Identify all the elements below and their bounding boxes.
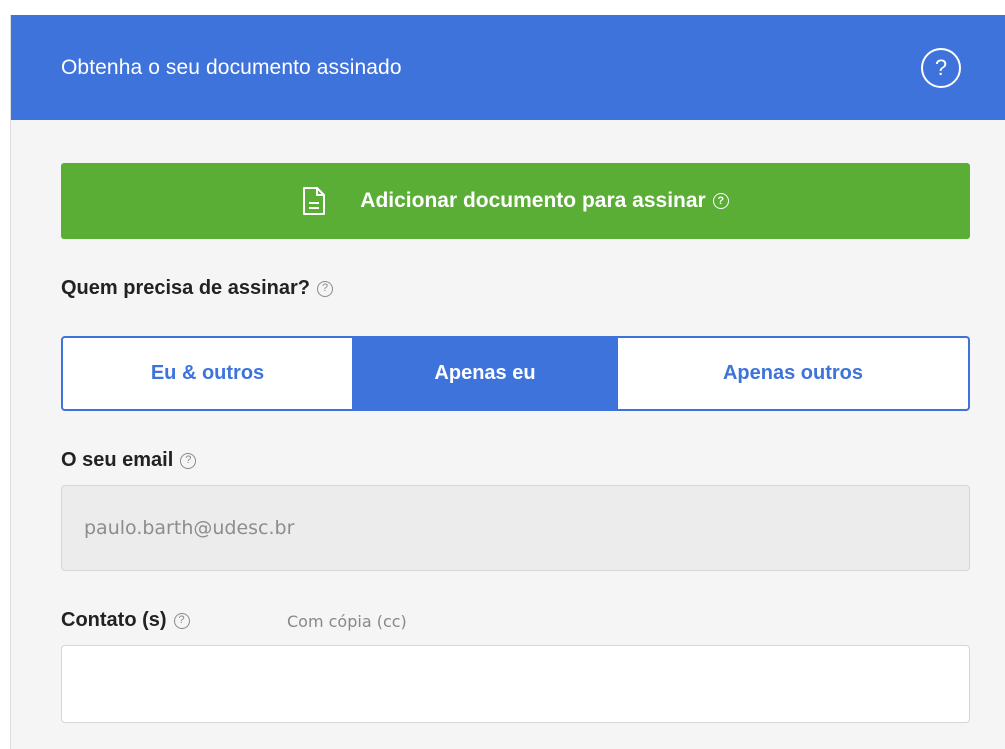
- email-field: paulo.barth@udesc.br: [61, 485, 970, 571]
- cc-link[interactable]: Com cópia (cc): [287, 612, 407, 631]
- panel-header: Obtenha o seu documento assinado ?: [11, 15, 1005, 120]
- document-icon: [303, 187, 326, 215]
- add-document-help-icon[interactable]: ?: [712, 193, 729, 209]
- panel-title: Obtenha o seu documento assinado: [61, 55, 402, 79]
- option-me-and-others[interactable]: Eu & outros: [63, 338, 352, 409]
- signers-label-text: Quem precisa de assinar?: [61, 277, 311, 299]
- page: Obtenha o seu documento assinado ? Adici…: [0, 0, 1005, 749]
- email-help-icon[interactable]: ?: [180, 452, 197, 469]
- contacts-input[interactable]: [61, 645, 970, 723]
- add-document-label: Adicionar documento para assinar: [360, 189, 706, 212]
- option-only-others[interactable]: Apenas outros: [618, 338, 968, 409]
- signers-selector: Eu & outros Apenas eu Apenas outros: [61, 336, 970, 411]
- help-icon[interactable]: ?: [921, 48, 961, 88]
- option-only-me[interactable]: Apenas eu: [352, 338, 618, 409]
- email-label: O seu email ?: [61, 449, 197, 472]
- contacts-help-icon[interactable]: ?: [173, 612, 190, 629]
- contacts-label: Contato (s) ?: [61, 609, 190, 632]
- email-label-text: O seu email: [61, 449, 174, 471]
- add-document-button[interactable]: Adicionar documento para assinar ?: [61, 163, 970, 239]
- signers-label: Quem precisa de assinar? ?: [61, 277, 334, 300]
- signers-help-icon[interactable]: ?: [317, 280, 334, 297]
- sign-document-panel: Obtenha o seu documento assinado ? Adici…: [10, 15, 1005, 749]
- contacts-label-text: Contato (s): [61, 609, 167, 631]
